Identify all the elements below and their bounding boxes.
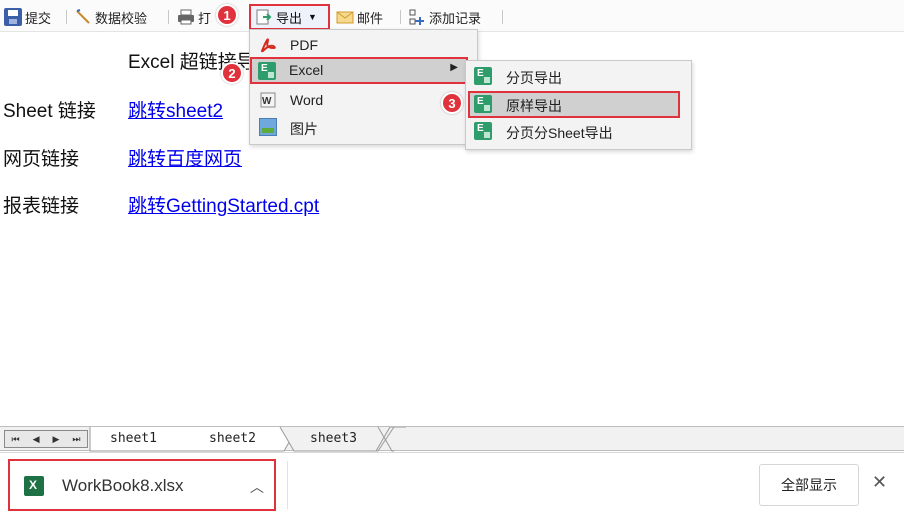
- sheet-tab[interactable]: sheet2: [209, 427, 256, 451]
- validate-icon: [74, 8, 92, 26]
- prev-sheet-icon[interactable]: ◀: [33, 434, 40, 445]
- validate-label: 数据校验: [95, 10, 148, 26]
- submenu-item-paged-sheet-export[interactable]: 分页分Sheet导出: [467, 118, 691, 145]
- submenu-item-label: 原样导出: [506, 98, 562, 114]
- mail-label: 邮件: [357, 10, 384, 26]
- print-label: 打印: [198, 10, 212, 26]
- export-menu: PDF Excel ▶ W Word 图片: [249, 29, 478, 145]
- excel-submenu: 分页导出 原样导出 分页分Sheet导出: [465, 60, 692, 150]
- sheet-tab[interactable]: sheet3: [310, 427, 357, 451]
- close-icon[interactable]: ✕: [872, 472, 887, 493]
- add-record-label: 添加记录: [429, 10, 482, 26]
- svg-text:W: W: [262, 96, 272, 107]
- menu-item-label: Excel: [289, 62, 324, 78]
- row-label: 报表链接: [3, 196, 80, 217]
- callout-badge: 1: [216, 4, 238, 26]
- submit-label: 提交: [25, 10, 52, 26]
- download-item[interactable]: WorkBook8.xlsx ︿: [8, 459, 276, 511]
- export-button[interactable]: 导出 ▼: [249, 4, 330, 30]
- row-label: Sheet 链接: [3, 101, 96, 122]
- mail-icon: [336, 8, 354, 26]
- menu-item-pdf[interactable]: PDF: [251, 32, 477, 59]
- last-sheet-icon[interactable]: ⏭: [72, 434, 80, 445]
- sheet-tab[interactable]: sheet1: [110, 427, 157, 451]
- add-record-button[interactable]: 添加记录: [408, 6, 481, 28]
- first-sheet-icon[interactable]: ⏮: [11, 434, 19, 445]
- toolbar-divider: [502, 10, 503, 24]
- row-label: 网页链接: [3, 149, 80, 170]
- hyperlink[interactable]: 跳转GettingStarted.cpt: [128, 191, 319, 218]
- print-button[interactable]: 打印: [177, 6, 212, 28]
- toolbar-divider: [168, 10, 169, 24]
- show-all-button[interactable]: 全部显示: [759, 464, 859, 506]
- validate-button[interactable]: 数据校验: [74, 6, 147, 28]
- submenu-item-label: 分页分Sheet导出: [506, 125, 613, 141]
- page: 提交 数据校验 打印 导出 ▼ 邮件: [0, 0, 904, 515]
- toolbar-divider: [66, 10, 67, 24]
- hyperlink[interactable]: 跳转百度网页: [128, 144, 242, 171]
- next-sheet-icon[interactable]: ▶: [52, 434, 59, 445]
- add-record-icon: [408, 8, 426, 26]
- sheet-nav: ⏮ ◀ ▶ ⏭: [4, 430, 88, 448]
- menu-item-label: PDF: [290, 37, 318, 53]
- submenu-item-paged-export[interactable]: 分页导出: [467, 63, 691, 90]
- callout-badge: 2: [221, 62, 243, 84]
- excel-file-icon: [24, 476, 44, 496]
- toolbar: 提交 数据校验 打印 导出 ▼ 邮件: [0, 0, 904, 32]
- submenu-item-label: 分页导出: [506, 70, 562, 86]
- submit-button[interactable]: 提交: [4, 6, 51, 28]
- toolbar-divider: [400, 10, 401, 24]
- word-icon: W: [259, 91, 277, 109]
- menu-item-label: Word: [290, 92, 324, 108]
- mail-button[interactable]: 邮件: [336, 6, 383, 28]
- download-file-name: WorkBook8.xlsx: [62, 476, 184, 495]
- excel-icon: [474, 67, 492, 85]
- hyperlink[interactable]: 跳转sheet2: [128, 96, 223, 123]
- menu-item-excel[interactable]: Excel ▶: [250, 57, 468, 84]
- printer-icon: [177, 8, 195, 26]
- excel-icon: [258, 62, 276, 80]
- submenu-arrow-icon: ▶: [450, 62, 458, 73]
- submenu-item-original-export[interactable]: 原样导出: [468, 91, 680, 118]
- export-icon: [255, 8, 273, 26]
- menu-item-label: 图片: [290, 121, 318, 137]
- callout-badge: 3: [441, 92, 463, 114]
- chevron-up-icon[interactable]: ︿: [250, 477, 264, 497]
- sheet-tab-bar: ⏮ ◀ ▶ ⏭ sheet1 sheet2 sheet3: [0, 426, 904, 452]
- download-divider: [287, 461, 288, 509]
- menu-item-image[interactable]: 图片: [251, 114, 477, 141]
- export-label: 导出: [276, 10, 303, 26]
- excel-icon: [474, 95, 492, 113]
- pdf-icon: [259, 36, 277, 54]
- save-icon: [4, 8, 22, 26]
- excel-icon: [474, 122, 492, 140]
- chevron-down-icon: ▼: [308, 12, 317, 22]
- image-icon: [259, 118, 277, 136]
- download-bar: WorkBook8.xlsx ︿ 全部显示 ✕: [0, 452, 904, 515]
